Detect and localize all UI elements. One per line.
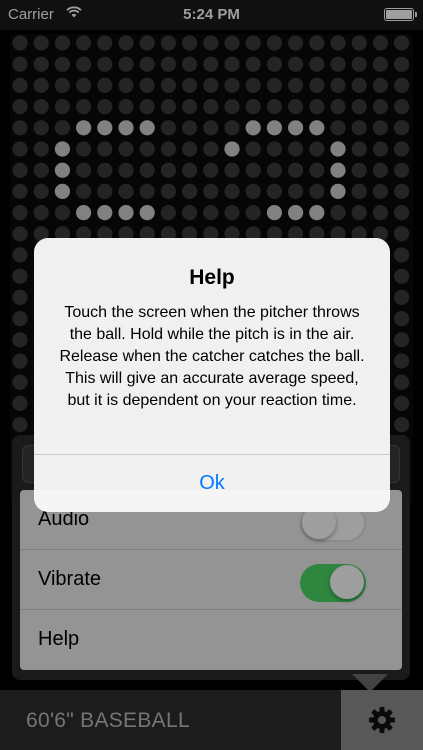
alert-title: Help xyxy=(189,266,235,289)
alert-message: Touch the screen when the pitcher throws… xyxy=(59,304,365,409)
ok-button[interactable]: Ok xyxy=(34,455,390,512)
help-alert: Help Touch the screen when the pitcher t… xyxy=(34,238,390,512)
